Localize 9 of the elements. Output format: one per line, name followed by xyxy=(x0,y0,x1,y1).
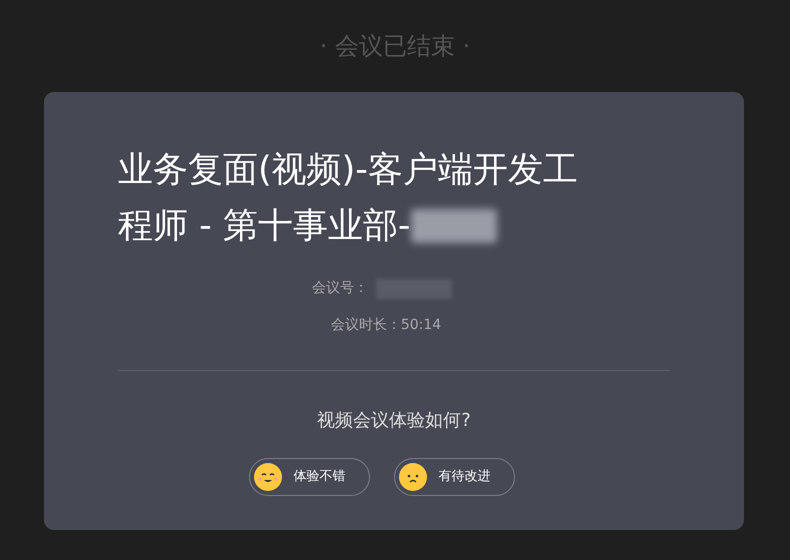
good-experience-button[interactable]: 体验不错 xyxy=(249,458,370,496)
needs-improvement-button[interactable]: 有待改进 xyxy=(394,458,515,496)
meeting-number-label: 会议号： xyxy=(312,279,368,298)
meeting-title-line: 程师 - 第十事业部- xyxy=(118,205,411,248)
meeting-duration: 会议时长：50:14 xyxy=(330,317,442,333)
sad-face-icon xyxy=(399,463,427,491)
smiley-face-icon xyxy=(254,463,282,491)
feedback-question: 视频会议体验如何? xyxy=(317,410,471,431)
meeting-title-line: 业务复面(视频)-客户端开发工 xyxy=(118,149,578,192)
